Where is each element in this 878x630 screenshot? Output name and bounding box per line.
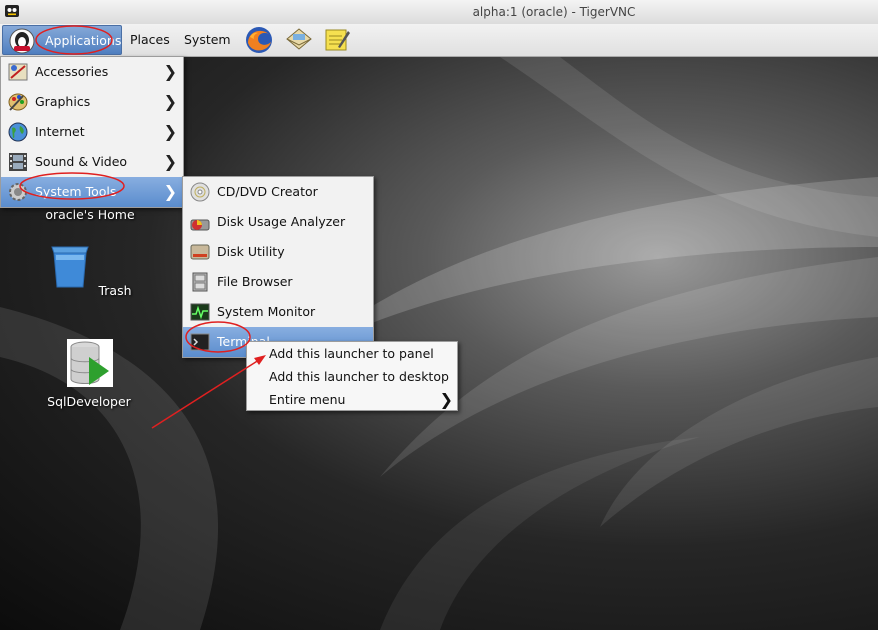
film-strip-icon <box>9 153 27 171</box>
system-tools-menu: CD/DVD Creator Disk Usage Analyzer Disk … <box>182 176 374 358</box>
menu-item-file-browser[interactable]: File Browser <box>183 267 373 297</box>
chevron-right-icon: ❯ <box>163 62 177 81</box>
graphics-icon <box>8 93 28 111</box>
menu-item-graphics[interactable]: Graphics ❯ <box>1 87 183 117</box>
menu-item-system-monitor[interactable]: System Monitor <box>183 297 373 327</box>
home-folder-label: oracle's Home <box>45 207 135 222</box>
menu-item-label: Accessories <box>35 64 109 79</box>
window-titlebar: alpha:1 (oracle) - TigerVNC <box>0 0 878 25</box>
terminal-icon <box>190 333 210 351</box>
trash-label: Trash <box>98 283 132 298</box>
chevron-right-icon: ❯ <box>163 92 177 111</box>
menu-item-accessories[interactable]: Accessories ❯ <box>1 57 183 87</box>
menu-item-sound-video[interactable]: Sound & Video ❯ <box>1 147 183 177</box>
menu-item-label: Disk Usage Analyzer <box>217 214 346 229</box>
cd-icon <box>190 182 210 202</box>
applications-menu: Accessories ❯ Graphics ❯ Internet ❯ Soun… <box>0 56 184 208</box>
menu-item-label: Internet <box>35 124 85 139</box>
top-panel: Applications Places System <box>0 24 878 57</box>
chevron-right-icon: ❯ <box>163 122 177 141</box>
gear-icon <box>9 183 27 201</box>
add-launcher-to-panel-item[interactable]: Add this launcher to panel <box>247 342 457 365</box>
add-launcher-to-desktop-item[interactable]: Add this launcher to desktop <box>247 365 457 388</box>
menu-item-cd-dvd-creator[interactable]: CD/DVD Creator <box>183 177 373 207</box>
firefox-icon[interactable] <box>244 25 274 55</box>
monitor-icon <box>190 303 210 321</box>
launcher-context-menu: Add this launcher to panel Add this laun… <box>246 341 458 411</box>
notes-icon[interactable] <box>322 25 352 55</box>
menu-item-label: File Browser <box>217 274 293 289</box>
applications-label: Applications <box>45 33 122 48</box>
entire-menu-label: Entire menu <box>269 392 346 407</box>
places-menu-button[interactable]: Places <box>130 25 170 55</box>
database-icon <box>67 339 113 387</box>
oracle-linux-logo-icon <box>9 28 35 54</box>
internet-globe-icon <box>8 122 28 142</box>
trash-icon <box>51 246 90 288</box>
applications-menu-button[interactable]: Applications <box>2 25 122 55</box>
desktop-icon-trash[interactable]: Trash <box>39 243 139 298</box>
menu-item-system-tools[interactable]: System Tools ❯ <box>1 177 183 207</box>
accessories-icon <box>8 63 28 81</box>
menu-item-label: Graphics <box>35 94 91 109</box>
desktop-icon-home[interactable]: oracle's Home <box>40 207 140 222</box>
chevron-right-icon: ❯ <box>163 182 177 201</box>
entire-menu-item[interactable]: Entire menu ❯ <box>247 388 457 411</box>
chevron-right-icon: ❯ <box>439 390 453 409</box>
menu-item-disk-usage-analyzer[interactable]: Disk Usage Analyzer <box>183 207 373 237</box>
menu-item-internet[interactable]: Internet ❯ <box>1 117 183 147</box>
menu-item-label: System Monitor <box>217 304 316 319</box>
window-title: alpha:1 (oracle) - TigerVNC <box>472 5 636 19</box>
chevron-right-icon: ❯ <box>163 152 177 171</box>
menu-item-disk-utility[interactable]: Disk Utility <box>183 237 373 267</box>
disk-icon <box>190 244 210 260</box>
desktop-icon-sqldeveloper[interactable]: SqlDeveloper <box>39 339 139 409</box>
sqldeveloper-label: SqlDeveloper <box>47 394 131 409</box>
system-menu-button[interactable]: System <box>184 25 231 55</box>
cabinet-icon <box>192 272 208 292</box>
disk-usage-icon <box>190 219 210 231</box>
menu-item-label: System Tools <box>35 184 117 199</box>
menu-item-label: Disk Utility <box>217 244 285 259</box>
mail-icon[interactable] <box>284 25 314 55</box>
menu-item-label: Sound & Video <box>35 154 128 169</box>
menu-item-label: CD/DVD Creator <box>217 184 318 199</box>
